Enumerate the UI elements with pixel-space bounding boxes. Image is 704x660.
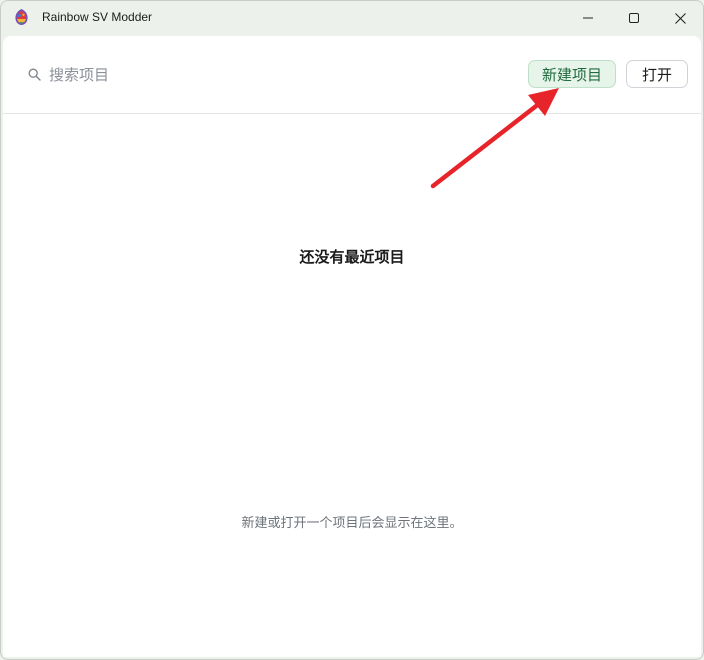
close-button[interactable] bbox=[657, 1, 703, 35]
search-input[interactable] bbox=[49, 62, 309, 88]
minimize-button[interactable] bbox=[565, 1, 611, 35]
open-button[interactable]: 打开 bbox=[626, 60, 688, 88]
main-content: 新建项目 打开 还没有最近项目 新建或打开一个项目后会显示在这里。 bbox=[3, 36, 701, 657]
empty-state-subtitle: 新建或打开一个项目后会显示在这里。 bbox=[241, 516, 463, 531]
empty-state-title: 还没有最近项目 bbox=[299, 248, 405, 266]
maximize-icon bbox=[629, 13, 639, 23]
search-icon bbox=[28, 68, 41, 81]
maximize-button[interactable] bbox=[611, 1, 657, 35]
window-title: Rainbow SV Modder bbox=[42, 10, 153, 24]
new-project-button[interactable]: 新建项目 bbox=[528, 60, 616, 88]
close-icon bbox=[674, 12, 686, 24]
toolbar: 新建项目 打开 bbox=[3, 36, 701, 114]
app-window: Rainbow SV Modder 新建项目 打开 还没有最近项目 新建或打开一… bbox=[0, 0, 704, 660]
rainbow-app-icon bbox=[15, 9, 28, 25]
minimize-icon bbox=[583, 17, 593, 19]
title-bar[interactable]: Rainbow SV Modder bbox=[1, 1, 703, 35]
